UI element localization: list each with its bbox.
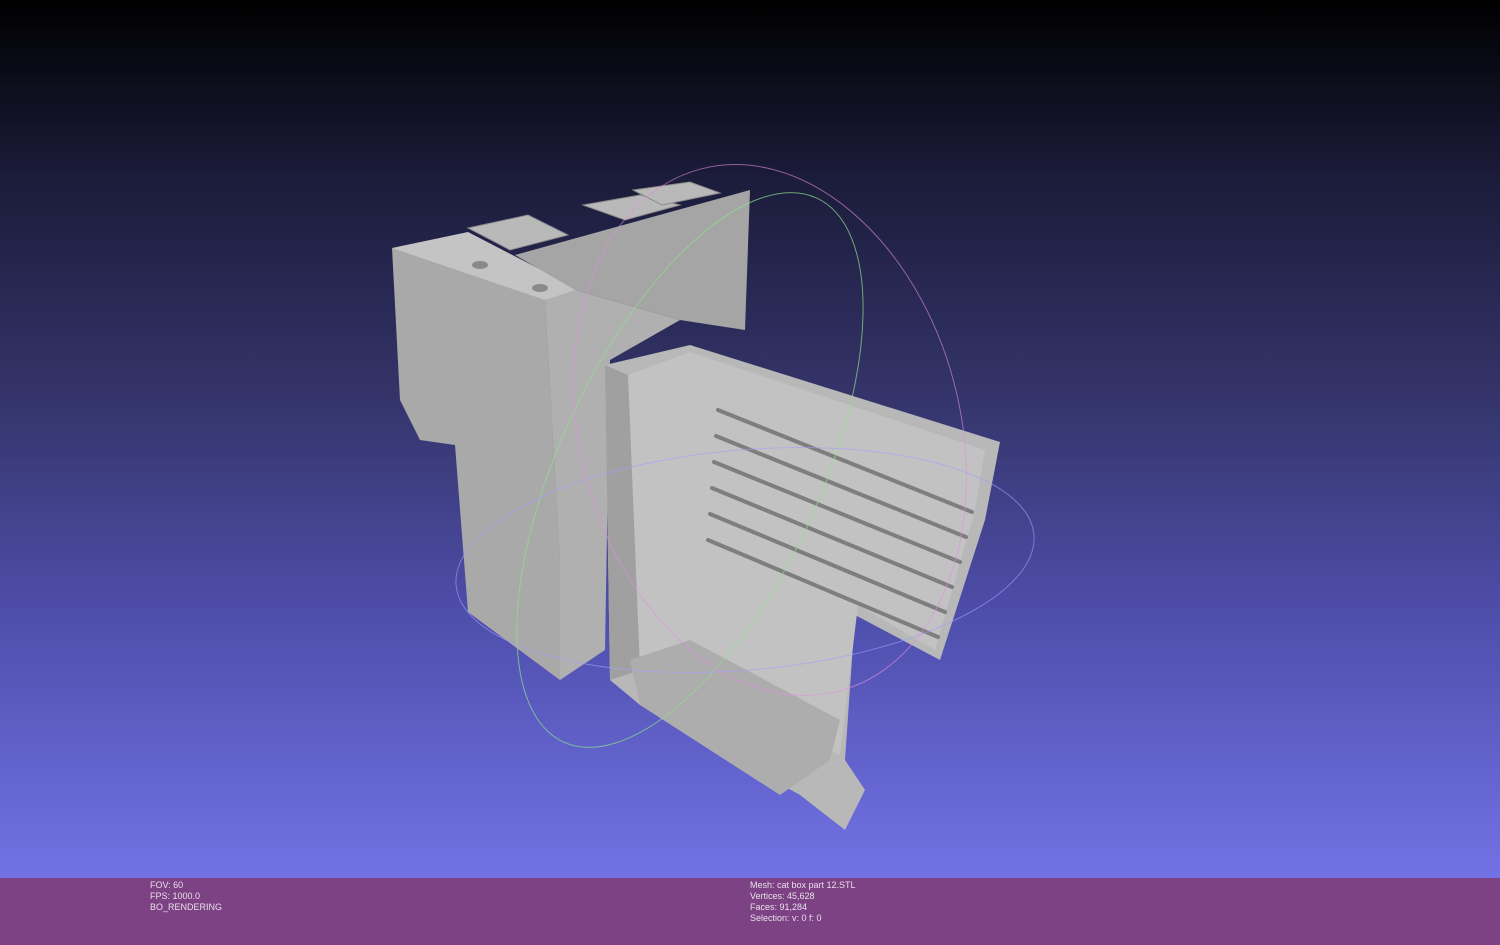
render-mode-label: BO_RENDERING bbox=[150, 902, 223, 912]
faces-label: Faces: 91,284 bbox=[750, 902, 808, 912]
selection-label: Selection: v: 0 f: 0 bbox=[750, 913, 822, 923]
fps-label: FPS: 1000.0 bbox=[150, 891, 201, 901]
mesh-left-column-side bbox=[392, 248, 560, 680]
mesh-screw-hole-1 bbox=[472, 261, 488, 269]
fov-label: FOV: 60 bbox=[150, 880, 184, 890]
vertices-label: Vertices: 45,628 bbox=[750, 891, 815, 901]
3d-viewport[interactable] bbox=[0, 0, 1500, 878]
status-bar: FOV: 60 FPS: 1000.0 BO_RENDERING Mesh: c… bbox=[0, 878, 1500, 945]
mesh-render[interactable] bbox=[0, 0, 1500, 878]
render-info: FOV: 60 FPS: 1000.0 BO_RENDERING bbox=[150, 880, 222, 913]
mesh-screw-hole-2 bbox=[532, 284, 548, 292]
mesh-name-label: Mesh: cat box part 12.STL bbox=[750, 880, 856, 890]
mesh-info: Mesh: cat box part 12.STL Vertices: 45,6… bbox=[750, 880, 856, 924]
